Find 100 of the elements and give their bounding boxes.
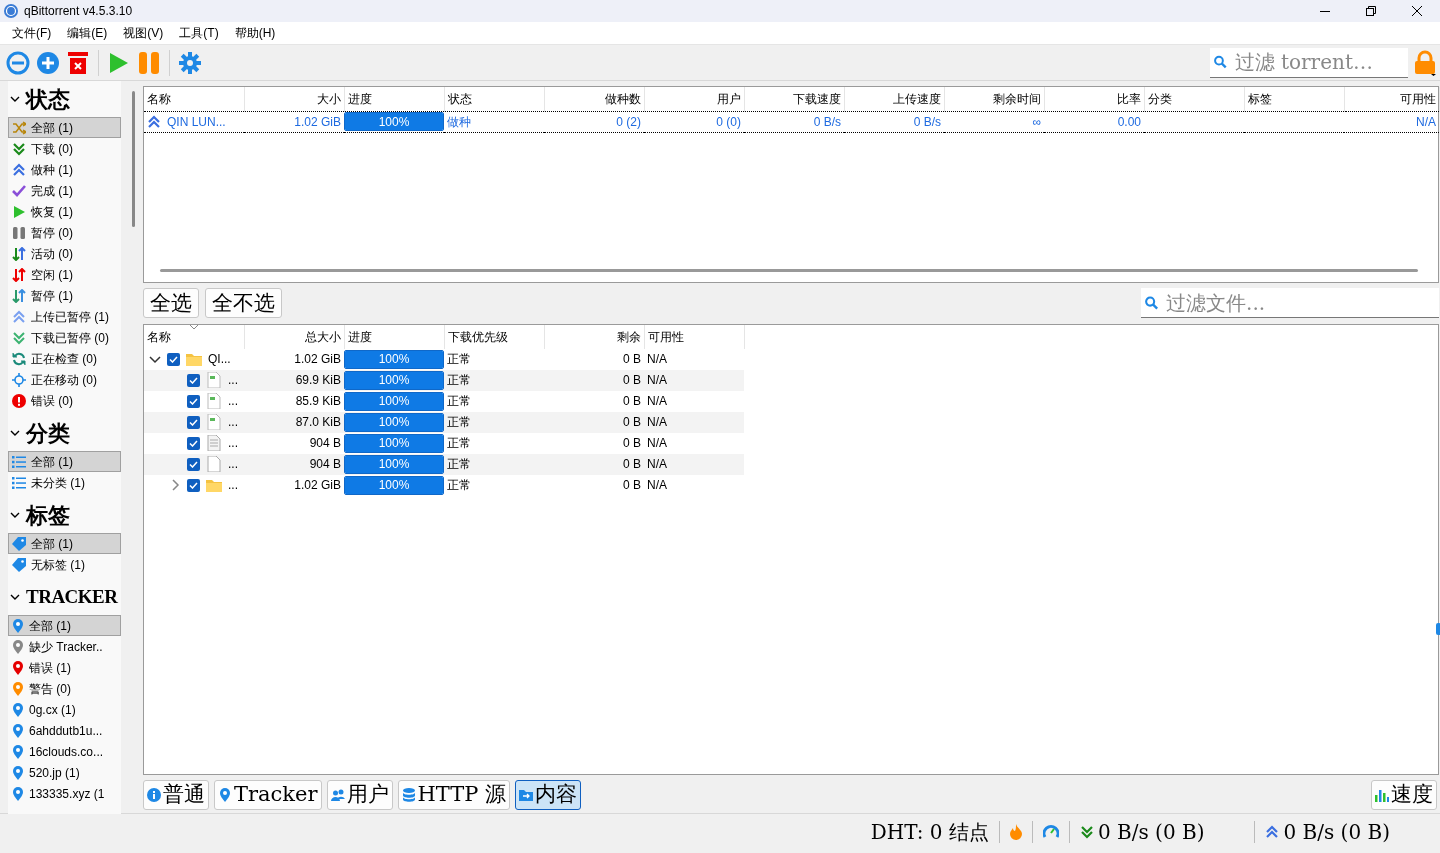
- table-cell: 0 B: [623, 373, 641, 388]
- sidebar-item[interactable]: 下载已暂停 (0): [8, 327, 121, 348]
- table-cell: 正常: [447, 457, 471, 472]
- sidebar-item[interactable]: 错误 (0): [8, 390, 121, 411]
- sidebar-item[interactable]: 下载 (0): [8, 138, 121, 159]
- table-cell: N/A: [647, 394, 667, 409]
- table-cell: N/A: [647, 457, 667, 472]
- table-cell: N/A: [647, 478, 667, 493]
- column-header[interactable]: 剩余时间: [944, 87, 1044, 111]
- file-name: ...: [228, 456, 238, 474]
- download-speed: 0 B/s (0 B): [1097, 819, 1205, 846]
- tab[interactable]: 普通: [143, 780, 209, 810]
- table-cell: 0 B: [623, 436, 641, 451]
- dht-status: DHT: 0 结点: [870, 819, 989, 846]
- column-header[interactable]: 用户: [644, 87, 744, 111]
- section-heading: TRACKER: [26, 584, 118, 609]
- table-cell: N/A: [1416, 114, 1436, 129]
- progress-bar: 100%: [344, 112, 444, 131]
- table-cell: 85.9 KiB: [295, 394, 341, 409]
- menu-item[interactable]: 文件(F): [4, 24, 60, 42]
- column-header[interactable]: 总大小: [244, 324, 344, 349]
- progress-bar: 100%: [344, 433, 444, 453]
- window-title: qBittorrent v4.5.3.10: [24, 3, 133, 20]
- sidebar-item[interactable]: 正在检查 (0): [8, 348, 121, 369]
- sidebar-item[interactable]: 暂停 (0): [8, 222, 121, 243]
- table-cell: 69.9 KiB: [295, 373, 341, 388]
- menu-item[interactable]: 编辑(E): [59, 24, 116, 42]
- sidebar-item[interactable]: 暂停 (1): [8, 285, 121, 306]
- torrent-row[interactable]: QIN LUN... 1.02 GiB 100% 做种 0 (2) 0 (0) 0 B/s 0 B/s ∞ 0.00 N/A: [144, 111, 1439, 132]
- column-header[interactable]: 大小: [244, 87, 344, 111]
- column-header[interactable]: 下载速度: [744, 87, 844, 111]
- sidebar-item[interactable]: 未分类 (1): [8, 472, 121, 493]
- column-header[interactable]: 可用性: [644, 324, 744, 349]
- table-cell: 0 B/s: [813, 114, 841, 129]
- progress-bar: 100%: [344, 412, 444, 432]
- file-name: ...: [228, 435, 238, 453]
- column-header[interactable]: 标签: [1244, 87, 1344, 111]
- file-name: ...: [228, 477, 238, 495]
- table-cell: 正常: [447, 394, 471, 409]
- sidebar-item[interactable]: 上传已暂停 (1): [8, 306, 121, 327]
- column-header[interactable]: 状态: [444, 87, 544, 111]
- column-header[interactable]: 分类: [1144, 87, 1244, 111]
- table-cell: 0 B: [623, 394, 641, 409]
- column-header[interactable]: 名称: [144, 87, 244, 111]
- table-cell: 正常: [447, 415, 471, 430]
- sidebar-item[interactable]: 全部 (1): [8, 533, 121, 554]
- table-cell: 87.0 KiB: [295, 415, 341, 430]
- column-header[interactable]: 可用性: [1344, 87, 1439, 111]
- sidebar-item[interactable]: 520.jp (1): [8, 762, 121, 783]
- sidebar-item[interactable]: 错误 (1): [8, 657, 121, 678]
- column-header[interactable]: 剩余: [544, 324, 644, 349]
- select-none-button[interactable]: 全不选: [205, 288, 282, 319]
- sidebar-item[interactable]: 133335.xyz (1: [8, 783, 121, 804]
- sidebar-item[interactable]: 6ahddutb1u...: [8, 720, 121, 741]
- table-cell: 0.00: [1117, 114, 1141, 129]
- sidebar-item[interactable]: 全部 (1): [8, 615, 121, 636]
- sidebar-item[interactable]: 警告 (0): [8, 678, 121, 699]
- sidebar-item[interactable]: 16clouds.co...: [8, 741, 121, 762]
- table-cell: N/A: [647, 436, 667, 451]
- progress-bar: 100%: [344, 349, 444, 369]
- table-cell: 做种: [447, 114, 471, 129]
- tab[interactable]: HTTP 源: [397, 780, 511, 810]
- table-cell: 0 B: [623, 457, 641, 472]
- column-header[interactable]: 比率: [1044, 87, 1144, 111]
- sidebar-item[interactable]: 缺少 Tracker..: [8, 636, 121, 657]
- column-header[interactable]: 上传速度: [844, 87, 944, 111]
- column-header[interactable]: 进度: [344, 324, 444, 349]
- table-cell: N/A: [647, 352, 667, 367]
- table-cell: 0 (2): [616, 114, 641, 129]
- menu-item[interactable]: 工具(T): [171, 24, 227, 42]
- sidebar-item[interactable]: 0g.cx (1): [8, 699, 121, 720]
- table-cell: 1.02 GiB: [294, 114, 341, 129]
- table-cell: 正常: [447, 436, 471, 451]
- upload-speed: 0 B/s (0 B): [1283, 819, 1390, 846]
- column-header[interactable]: 名称: [144, 324, 244, 349]
- file-name: ...: [228, 372, 238, 390]
- column-header[interactable]: 下载优先级: [444, 324, 544, 349]
- speed-button[interactable]: 速度: [1371, 780, 1437, 810]
- menu-item[interactable]: 帮助(H): [226, 24, 284, 42]
- progress-bar: 100%: [344, 391, 444, 411]
- table-cell: 904 B: [309, 457, 341, 472]
- tab[interactable]: 用户: [326, 780, 393, 810]
- sidebar-item[interactable]: 做种 (1): [8, 159, 121, 180]
- progress-bar: 100%: [344, 454, 444, 474]
- sidebar-item[interactable]: 活动 (0): [8, 243, 121, 264]
- sidebar-item[interactable]: 全部 (1): [8, 451, 121, 472]
- select-all-button[interactable]: 全选: [143, 288, 199, 319]
- file-name: ...: [228, 393, 238, 411]
- column-header[interactable]: 进度: [344, 87, 444, 111]
- table-cell: 正常: [447, 373, 471, 388]
- sidebar-item[interactable]: 恢复 (1): [8, 201, 121, 222]
- column-header[interactable]: 做种数: [544, 87, 644, 111]
- menu-item[interactable]: 视图(V): [115, 24, 172, 42]
- sidebar-item[interactable]: 全部 (1): [8, 117, 121, 138]
- tab[interactable]: Tracker: [214, 780, 322, 810]
- tab[interactable]: 内容: [515, 780, 582, 810]
- sidebar-item[interactable]: 无标签 (1): [8, 554, 121, 575]
- sidebar-item[interactable]: 空闲 (1): [8, 264, 121, 285]
- sidebar-item[interactable]: 完成 (1): [8, 180, 121, 201]
- sidebar-item[interactable]: 正在移动 (0): [8, 369, 121, 390]
